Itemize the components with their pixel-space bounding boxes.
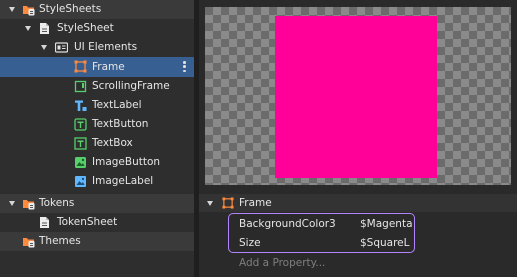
chevron-down-icon[interactable]: [207, 201, 213, 206]
tree-item-textlabel[interactable]: TextLabel: [0, 96, 194, 115]
tree-item-themes[interactable]: Themes: [0, 232, 194, 251]
properties-header[interactable]: Frame: [199, 194, 517, 212]
chevron-down-icon[interactable]: [9, 201, 15, 206]
properties-panel: Frame BackgroundColor3 $Magenta Size $Sq…: [199, 194, 517, 277]
more-options-icon[interactable]: [183, 61, 186, 72]
tree-item-label: Tokens: [39, 197, 75, 209]
tree-item-label: ImageButton: [92, 156, 161, 168]
image-label-icon: [74, 175, 87, 188]
frame-preview[interactable]: [275, 16, 437, 178]
tree-item-scrollingframe[interactable]: ScrollingFrame: [0, 77, 194, 96]
tree-item-label: TokenSheet: [57, 216, 118, 228]
property-name: BackgroundColor3: [239, 218, 336, 230]
tree-item-label: Themes: [39, 235, 81, 247]
ui-elements-icon: [54, 41, 69, 54]
tree-item-textbox[interactable]: TextBox: [0, 134, 194, 153]
tree-item-label: TextLabel: [92, 99, 142, 111]
stylesheets-folder-icon: [22, 3, 35, 16]
tree-item-label: ScrollingFrame: [92, 80, 170, 92]
tokens-folder-icon: [22, 197, 35, 210]
property-row-backgroundcolor3[interactable]: BackgroundColor3 $Magenta: [229, 215, 414, 234]
text-button-icon: [74, 118, 87, 131]
tree-item-label: UI Elements: [74, 41, 138, 53]
image-button-icon: [74, 156, 87, 169]
chevron-down-icon[interactable]: [41, 45, 47, 50]
tree-item-label: Frame: [92, 60, 125, 73]
tree-item-frame[interactable]: Frame: [0, 57, 194, 77]
property-name: Size: [239, 237, 261, 249]
chevron-down-icon[interactable]: [25, 26, 31, 31]
tree-item-ui-elements[interactable]: UI Elements: [0, 38, 194, 57]
property-row-size[interactable]: Size $SquareL: [229, 234, 414, 253]
properties-header-label: Frame: [239, 197, 272, 209]
frame-icon: [74, 60, 87, 73]
scrolling-frame-icon: [74, 80, 87, 93]
chevron-down-icon[interactable]: [9, 7, 15, 12]
tree-item-textbutton[interactable]: TextButton: [0, 115, 194, 134]
tree-item-stylesheets[interactable]: StyleSheets: [0, 0, 194, 19]
add-property-input[interactable]: Add a Property...: [239, 256, 325, 270]
themes-folder-icon: [22, 235, 35, 248]
frame-icon: [222, 197, 234, 209]
tree-item-label: TextButton: [92, 118, 149, 130]
tokensheet-icon: [38, 216, 51, 229]
tree-item-imagebutton[interactable]: ImageButton: [0, 153, 194, 172]
property-highlight: BackgroundColor3 $Magenta Size $SquareL: [228, 213, 415, 253]
property-value[interactable]: $SquareL: [360, 234, 410, 253]
tree-item-label: TextBox: [92, 137, 133, 149]
stylesheet-icon: [38, 22, 51, 35]
tree-item-label: StyleSheet: [57, 22, 114, 34]
preview-panel: [199, 0, 517, 189]
tree-item-imagelabel[interactable]: ImageLabel: [0, 172, 194, 191]
tree-item-label: StyleSheets: [39, 3, 102, 15]
transparency-canvas: [205, 7, 511, 185]
tree-item-label: ImageLabel: [92, 175, 154, 187]
explorer-panel: StyleSheets StyleSheet UI Elements Frame…: [0, 0, 194, 277]
tree-item-tokens[interactable]: Tokens: [0, 194, 194, 213]
property-value[interactable]: $Magenta: [360, 215, 413, 234]
tree-item-tokensheet[interactable]: TokenSheet: [0, 213, 194, 232]
text-box-icon: [74, 137, 87, 150]
tree-item-stylesheet[interactable]: StyleSheet: [0, 19, 194, 38]
text-label-icon: [74, 99, 87, 112]
